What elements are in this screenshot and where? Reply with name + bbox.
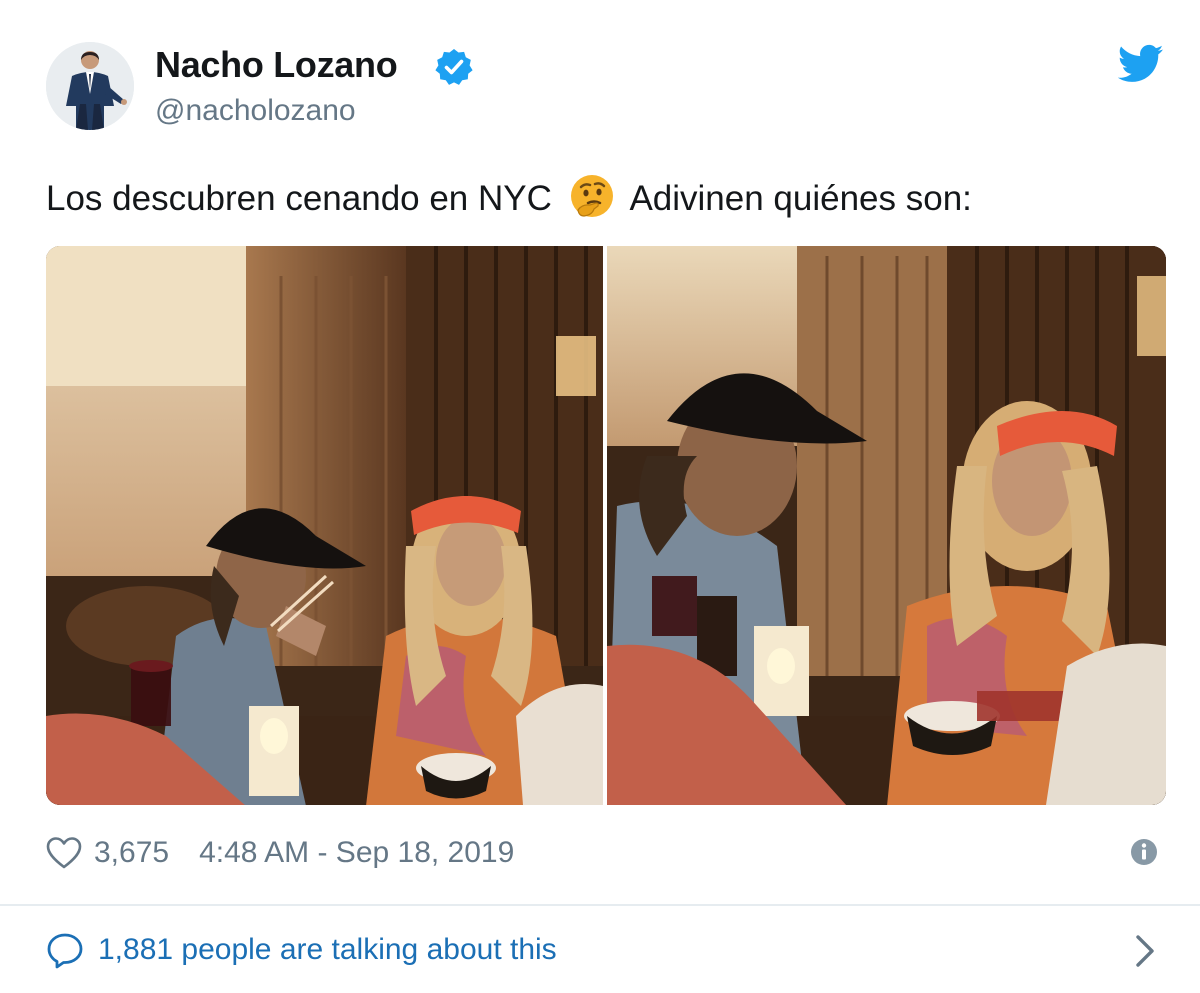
tweet-media[interactable] [46, 246, 1166, 805]
twitter-bird-icon[interactable] [1118, 44, 1164, 84]
tweet-text-part-2: Adivinen quiénes son: [629, 179, 972, 218]
tweet-text-part-1: Los descubren cenando en NYC [46, 179, 552, 218]
display-name[interactable]: Nacho Lozano [155, 44, 398, 86]
tweet-text: Los descubren cenando en NYC Adivinen qu… [46, 172, 972, 220]
talking-about-text: 1,881 people are talking about this [98, 933, 557, 966]
info-icon[interactable] [1129, 837, 1159, 867]
photo-right[interactable] [607, 246, 1166, 805]
verified-badge-icon [435, 49, 473, 85]
speech-bubble-icon [47, 933, 83, 969]
timestamp[interactable]: 4:48 AM - Sep 18, 2019 [199, 836, 514, 870]
photo-left[interactable] [46, 246, 603, 805]
handle[interactable]: @nacholozano [155, 94, 356, 128]
like-count[interactable]: 3,675 [94, 836, 169, 870]
heart-icon[interactable] [46, 836, 82, 870]
talking-about-link[interactable]: 1,881 people are talking about this [46, 928, 557, 972]
thinking-face-emoji-icon [570, 175, 613, 217]
chevron-right-icon[interactable] [1130, 932, 1160, 970]
divider [0, 904, 1200, 906]
tweet-footer: 3,675 4:48 AM - Sep 18, 2019 [46, 833, 514, 873]
avatar[interactable] [46, 42, 134, 130]
